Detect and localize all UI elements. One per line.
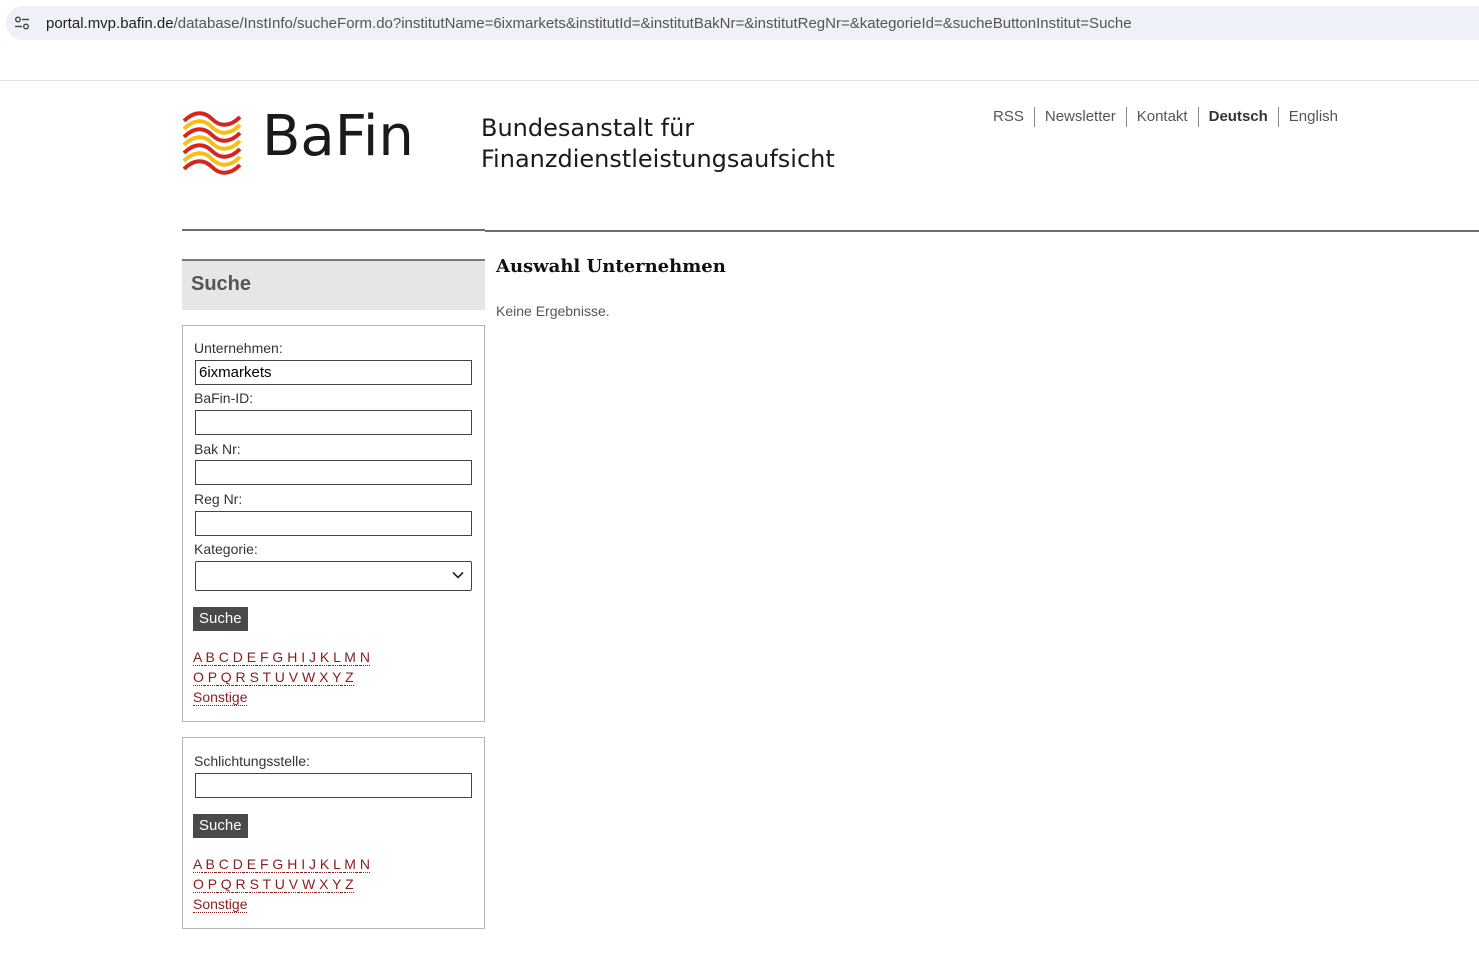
letter-link-h[interactable]: H [287,649,298,666]
bak-nr-input[interactable] [195,460,472,485]
letter-link-z[interactable]: Z [345,876,354,893]
bak-nr-label: Bak Nr: [194,441,241,457]
sidebar-title-bar: Suche [182,259,485,310]
address-bar[interactable]: portal.mvp.bafin.de/database/InstInfo/su… [6,6,1479,40]
letter-link-e[interactable]: E [246,649,257,666]
page-title: Auswahl Unternehmen [496,256,726,277]
no-results-message: Keine Ergebnisse. [496,303,610,319]
arbitration-input[interactable] [195,773,472,798]
letter-link-v[interactable]: V [288,669,299,686]
letter-link-r[interactable]: R [235,669,246,686]
arbitration-search-button[interactable]: Suche [193,814,248,838]
letter-separator [231,669,236,686]
letter-link-b[interactable]: B [205,649,215,666]
letter-link-d[interactable]: D [232,856,243,873]
logo-wordmark: BaFin [262,104,414,169]
alphabet-row-2: O P Q R S T U V W X Y Z [193,667,370,687]
letter-link-z[interactable]: Z [345,669,354,686]
letter-link-m[interactable]: M [344,649,356,666]
letter-link-s[interactable]: S [249,876,259,893]
alphabet-row-1: A B C D E F G H I J K L M N [193,647,370,667]
letter-link-q[interactable]: Q [220,876,232,893]
url-path: /database/InstInfo/sucheForm.do?institut… [173,14,1132,32]
letter-link-d[interactable]: D [232,649,243,666]
organization-name: Bundesanstalt für Finanzdienstleistungsa… [481,113,835,175]
arbitration-search-form: Schlichtungsstelle: Suche A B C D E F G … [182,737,485,929]
letter-link-m[interactable]: M [344,856,356,873]
letter-link-g[interactable]: G [272,649,284,666]
alphabet-row-1: A B C D E F G H I J K L M N [193,854,370,874]
letter-link-q[interactable]: Q [220,669,232,686]
letter-link-p[interactable]: P [207,876,217,893]
letter-link-k[interactable]: K [319,856,330,873]
nav-link-kontakt[interactable]: Kontakt [1125,107,1198,127]
reg-nr-label: Reg Nr: [194,491,243,507]
letter-link-y[interactable]: Y [332,669,342,686]
letter-link-p[interactable]: P [207,669,217,686]
service-navigation: RSS Newsletter Kontakt Deutsch English [983,107,1348,127]
header-divider-left [182,229,485,231]
header-divider-right [485,230,1479,232]
letter-link-y[interactable]: Y [332,876,342,893]
letter-separator [258,669,263,686]
organization-name-line2: Finanzdienstleistungsaufsicht [481,145,835,173]
letter-link-t[interactable]: T [262,876,271,893]
category-select[interactable] [195,561,472,591]
letter-link-c[interactable]: C [218,649,229,666]
letter-link-v[interactable]: V [288,876,299,893]
letter-link-g[interactable]: G [272,856,284,873]
company-search-form: Unternehmen: BaFin-ID: Bak Nr: Reg Nr: K… [182,325,485,722]
letter-link-a[interactable]: A [193,856,202,873]
category-label: Kategorie: [194,541,258,557]
letter-separator [231,876,236,893]
letter-link-b[interactable]: B [205,856,215,873]
letter-link-n[interactable]: N [359,649,370,666]
company-alphabet-index: A B C D E F G H I J K L M N O P Q R S T … [193,647,370,707]
letter-link-r[interactable]: R [235,876,246,893]
company-input[interactable] [195,360,472,385]
letter-separator [245,669,250,686]
letter-link-sonstige[interactable]: Sonstige [193,689,248,706]
url-host: portal.mvp.bafin.de [46,14,174,32]
nav-link-english[interactable]: English [1277,107,1348,127]
letter-link-u[interactable]: U [274,876,285,893]
letter-link-c[interactable]: C [218,856,229,873]
browser-divider [0,80,1479,81]
letter-link-u[interactable]: U [274,669,285,686]
url-text[interactable]: portal.mvp.bafin.de/database/InstInfo/su… [46,15,1132,32]
sidebar-title: Suche [191,273,252,295]
letter-link-j[interactable]: J [309,649,316,666]
letter-separator [245,876,250,893]
alphabet-row-2: O P Q R S T U V W X Y Z [193,874,370,894]
arbitration-alphabet-index: A B C D E F G H I J K L M N O P Q R S T … [193,854,370,914]
site-info-icon[interactable] [14,16,30,30]
letter-link-a[interactable]: A [193,649,202,666]
letter-link-f[interactable]: F [259,649,269,666]
letter-link-w[interactable]: W [302,876,316,893]
letter-link-sonstige[interactable]: Sonstige [193,896,248,913]
letter-link-f[interactable]: F [259,856,269,873]
letter-link-t[interactable]: T [262,669,271,686]
letter-link-w[interactable]: W [302,669,316,686]
letter-link-k[interactable]: K [319,649,330,666]
nav-link-newsletter[interactable]: Newsletter [1033,107,1126,127]
letter-link-s[interactable]: S [249,669,259,686]
letter-link-j[interactable]: J [309,856,316,873]
bafin-id-input[interactable] [195,410,472,435]
nav-link-rss[interactable]: RSS [983,107,1034,127]
reg-nr-input[interactable] [195,511,472,536]
nav-link-deutsch[interactable]: Deutsch [1197,107,1278,127]
company-search-button[interactable]: Suche [193,607,248,631]
letter-link-o[interactable]: O [193,669,204,686]
letter-link-h[interactable]: H [287,856,298,873]
arbitration-label: Schlichtungsstelle: [194,753,310,769]
letter-link-o[interactable]: O [193,876,204,893]
letter-link-n[interactable]: N [359,856,370,873]
company-label: Unternehmen: [194,340,283,356]
letter-separator [258,876,263,893]
letter-link-e[interactable]: E [246,856,257,873]
organization-name-line1: Bundesanstalt für [481,114,695,142]
chevron-down-icon [452,571,464,579]
bafin-id-label: BaFin-ID: [194,390,254,406]
